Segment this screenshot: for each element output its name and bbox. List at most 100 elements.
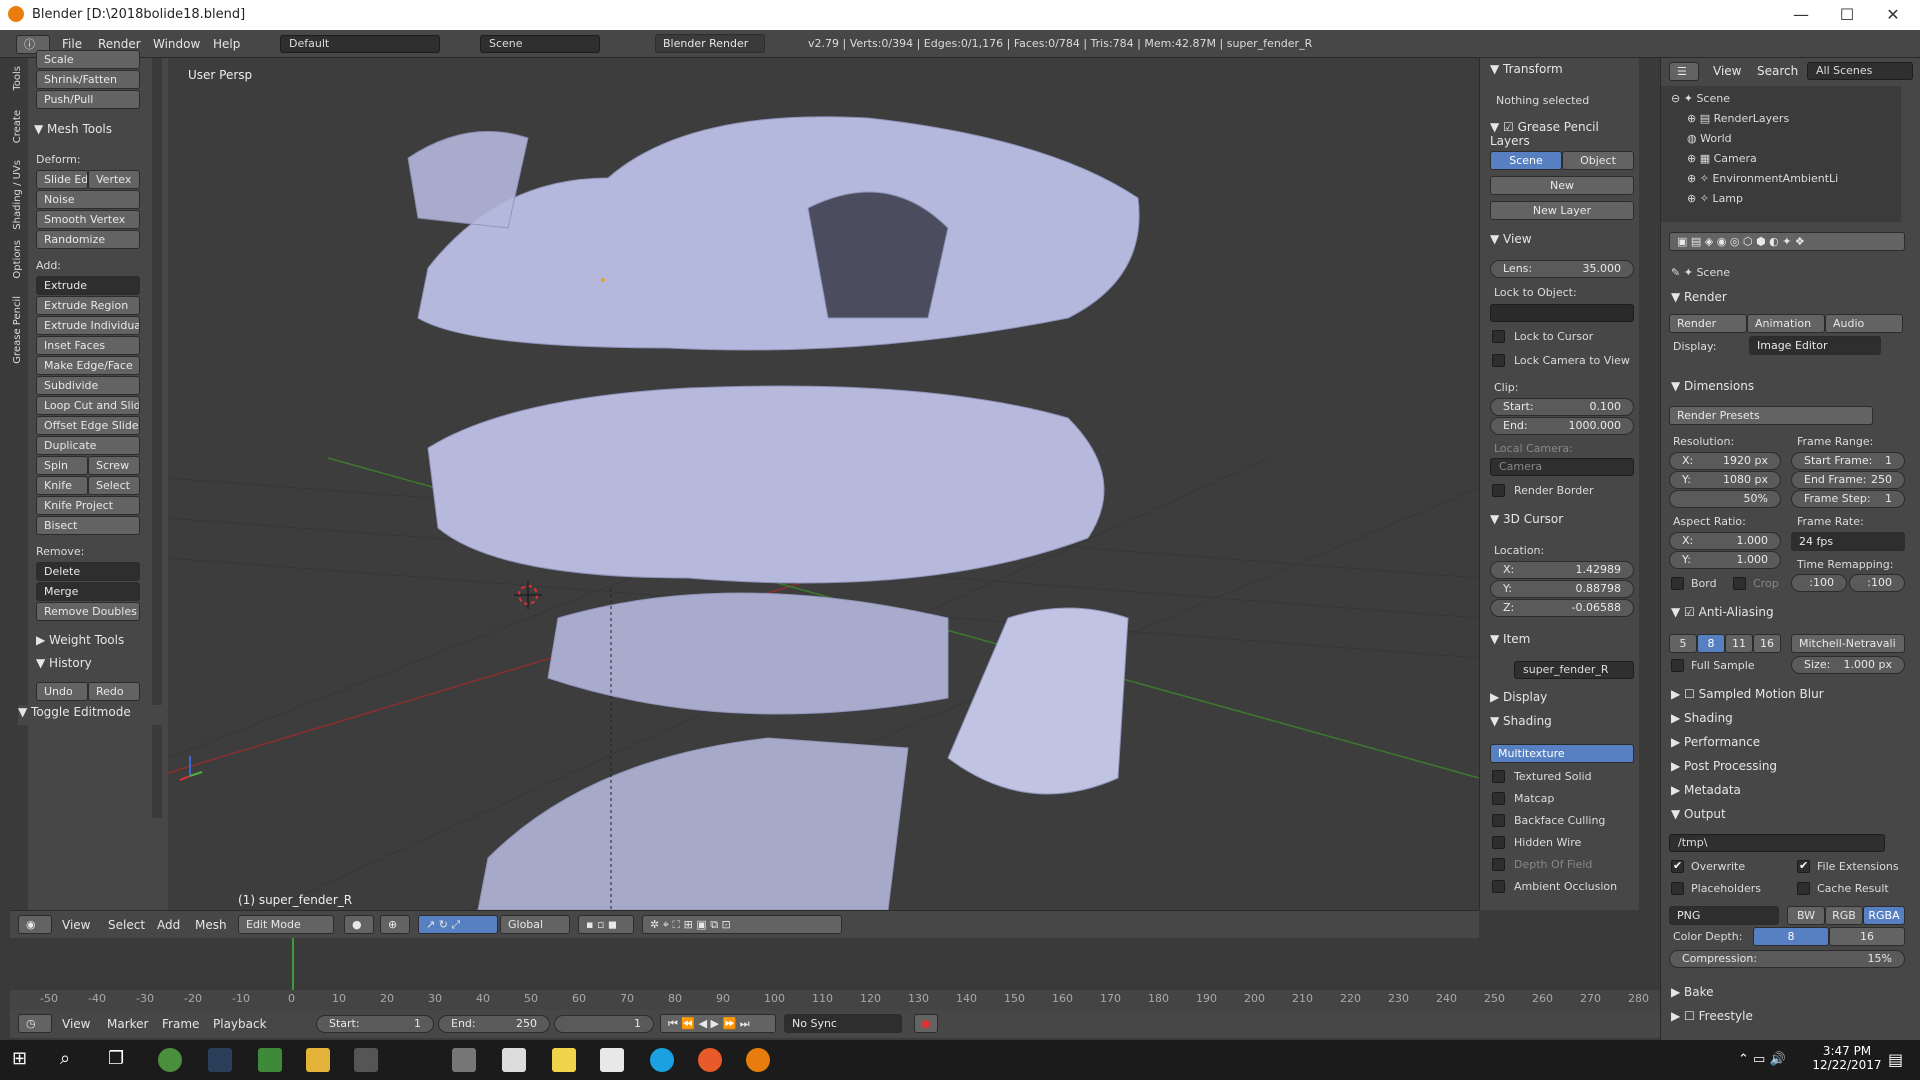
remap-old-field[interactable]: :100: [1791, 574, 1847, 592]
fps-select[interactable]: 24 fps: [1791, 532, 1905, 551]
output-path-field[interactable]: /tmp\: [1669, 834, 1885, 852]
file-explorer-icon[interactable]: [306, 1048, 330, 1072]
item-name-field[interactable]: super_fender_R: [1514, 661, 1634, 679]
render-border-checkbox[interactable]: [1492, 484, 1505, 497]
skype-icon[interactable]: [650, 1048, 674, 1072]
screen-layout-field[interactable]: Default: [280, 35, 440, 53]
transform-header[interactable]: ▼ Transform: [1490, 62, 1563, 76]
manipulator-buttons[interactable]: ↗ ↻ ⤢: [418, 915, 498, 934]
multitexture-select[interactable]: Multitexture: [1490, 744, 1634, 763]
scene-field[interactable]: Scene: [480, 35, 600, 53]
task-view-icon[interactable]: ❐: [108, 1048, 132, 1072]
timeline-end-field[interactable]: End: 250: [438, 1015, 550, 1033]
freestyle-header[interactable]: ▶ ☐ Freestyle: [1671, 1009, 1753, 1023]
outliner-filter-select[interactable]: All Scenes: [1807, 62, 1913, 80]
tab-shading-uvs[interactable]: Shading / UVs: [12, 160, 23, 230]
remove-doubles-button[interactable]: Remove Doubles: [36, 602, 140, 621]
file-format-select[interactable]: PNG: [1669, 906, 1779, 925]
crop-checkbox[interactable]: [1733, 577, 1746, 590]
menu-file[interactable]: File: [62, 37, 82, 51]
grease-pencil-header[interactable]: ▼ ☑ Grease Pencil Layers: [1490, 120, 1639, 148]
extrude-select[interactable]: Extrude: [36, 276, 140, 295]
outliner-world[interactable]: ◍ World: [1687, 132, 1732, 145]
knife-select-button[interactable]: Select: [88, 476, 140, 495]
history-header[interactable]: ▼ History: [36, 656, 92, 670]
lock-camera-checkbox[interactable]: [1492, 354, 1505, 367]
loop-cut-button[interactable]: Loop Cut and Slide: [36, 396, 140, 415]
pivot-select[interactable]: ⊕: [380, 915, 410, 934]
dimensions-header[interactable]: ▼ Dimensions: [1671, 379, 1754, 393]
undo-button[interactable]: Undo: [36, 682, 88, 701]
resolution-percent-field[interactable]: 50%: [1669, 490, 1781, 508]
push-pull-button[interactable]: Push/Pull: [36, 90, 140, 109]
select-mode-buttons[interactable]: ▪ ▫ ◼: [578, 915, 634, 934]
frame-step-field[interactable]: Frame Step: 1: [1791, 490, 1905, 508]
properties-context-tabs[interactable]: ▣ ▤ ◈ ◉ ◎ ⬡ ⬢ ◐ ✦ ❖: [1669, 232, 1905, 251]
record-icon[interactable]: ●: [914, 1014, 938, 1033]
aa-filter-select[interactable]: Mitchell-Netravali: [1791, 634, 1905, 653]
search-icon[interactable]: ⌕: [60, 1048, 84, 1072]
screw-button[interactable]: Screw: [88, 456, 140, 475]
redo-button[interactable]: Redo: [88, 682, 140, 701]
file-extensions-checkbox[interactable]: [1797, 859, 1810, 873]
anti-aliasing-header[interactable]: ▼ ☑ Anti-Aliasing: [1671, 605, 1774, 619]
sync-select[interactable]: No Sync: [784, 1014, 902, 1033]
timeline-playback-menu[interactable]: Playback: [213, 1017, 267, 1031]
3d-editor-type-button[interactable]: ◉: [18, 915, 52, 934]
menu-render[interactable]: Render: [98, 37, 141, 51]
item-header[interactable]: ▼ Item: [1490, 632, 1530, 646]
subdivide-button[interactable]: Subdivide: [36, 376, 140, 395]
aspect-x-field[interactable]: X: 1.000: [1669, 532, 1781, 550]
depth-16-button[interactable]: 16: [1829, 927, 1905, 946]
calculator-icon[interactable]: [452, 1048, 476, 1072]
border-checkbox[interactable]: [1671, 577, 1684, 590]
motion-blur-header[interactable]: ▶ ☐ Sampled Motion Blur: [1671, 687, 1824, 701]
matcap-checkbox[interactable]: [1492, 792, 1505, 805]
menu-help[interactable]: Help: [213, 37, 240, 51]
performance-header[interactable]: ▶ Performance: [1671, 735, 1760, 749]
lock-object-field[interactable]: [1490, 304, 1634, 322]
menu-window[interactable]: Window: [153, 37, 200, 51]
shrink-fatten-button[interactable]: Shrink/Fatten: [36, 70, 140, 89]
merge-select[interactable]: Merge: [36, 582, 140, 601]
aa-5-button[interactable]: 5: [1669, 634, 1697, 653]
timeline-view-menu[interactable]: View: [62, 1017, 90, 1031]
outliner-renderlayers[interactable]: ⊕ ▤ RenderLayers: [1687, 112, 1789, 125]
local-camera-field[interactable]: Camera: [1490, 458, 1634, 476]
render-button[interactable]: Render: [1669, 314, 1747, 333]
tab-grease-pencil[interactable]: Grease Pencil: [12, 296, 23, 364]
overwrite-checkbox[interactable]: [1671, 859, 1684, 873]
timeline-start-field[interactable]: Start: 1: [316, 1015, 434, 1033]
grease-scene-button[interactable]: Scene: [1490, 151, 1562, 170]
view-menu[interactable]: View: [62, 918, 90, 932]
grease-object-button[interactable]: Object: [1562, 151, 1634, 170]
timeline-editor-type[interactable]: ◷: [18, 1014, 52, 1033]
toggle-editmode-header[interactable]: ▼ Toggle Editmode: [18, 705, 168, 725]
scale-button[interactable]: Scale: [36, 50, 140, 69]
app-icon[interactable]: [354, 1048, 378, 1072]
clock[interactable]: 3:47 PM 12/22/2017: [1812, 1044, 1882, 1072]
smooth-vertex-button[interactable]: Smooth Vertex: [36, 210, 140, 229]
render-shading-header[interactable]: ▶ Shading: [1671, 711, 1733, 725]
post-processing-header[interactable]: ▶ Post Processing: [1671, 759, 1777, 773]
maximize-button[interactable]: ☐: [1824, 0, 1870, 30]
chrome-icon[interactable]: [158, 1048, 182, 1072]
steam-icon[interactable]: [208, 1048, 232, 1072]
placeholders-checkbox[interactable]: [1671, 882, 1684, 895]
spin-button[interactable]: Spin: [36, 456, 88, 475]
add-menu[interactable]: Add: [157, 918, 180, 932]
timeline-marker-menu[interactable]: Marker: [107, 1017, 148, 1031]
depth-8-button[interactable]: 8: [1753, 927, 1829, 946]
end-frame-field[interactable]: End Frame: 250: [1791, 471, 1905, 489]
document-icon[interactable]: [600, 1048, 624, 1072]
dots-app-icon[interactable]: [698, 1048, 722, 1072]
view-panel-header[interactable]: ▼ View: [1490, 232, 1532, 246]
filter-size-field[interactable]: Size: 1.000 px: [1791, 656, 1905, 674]
knife-project-button[interactable]: Knife Project: [36, 496, 140, 515]
compression-slider[interactable]: Compression: 15%: [1669, 950, 1905, 968]
knife-button[interactable]: Knife: [36, 476, 88, 495]
output-header[interactable]: ▼ Output: [1671, 807, 1726, 821]
timeline-frame-menu[interactable]: Frame: [162, 1017, 199, 1031]
cursor-x-field[interactable]: X: 1.42989: [1490, 561, 1634, 579]
make-edge-face-button[interactable]: Make Edge/Face: [36, 356, 140, 375]
